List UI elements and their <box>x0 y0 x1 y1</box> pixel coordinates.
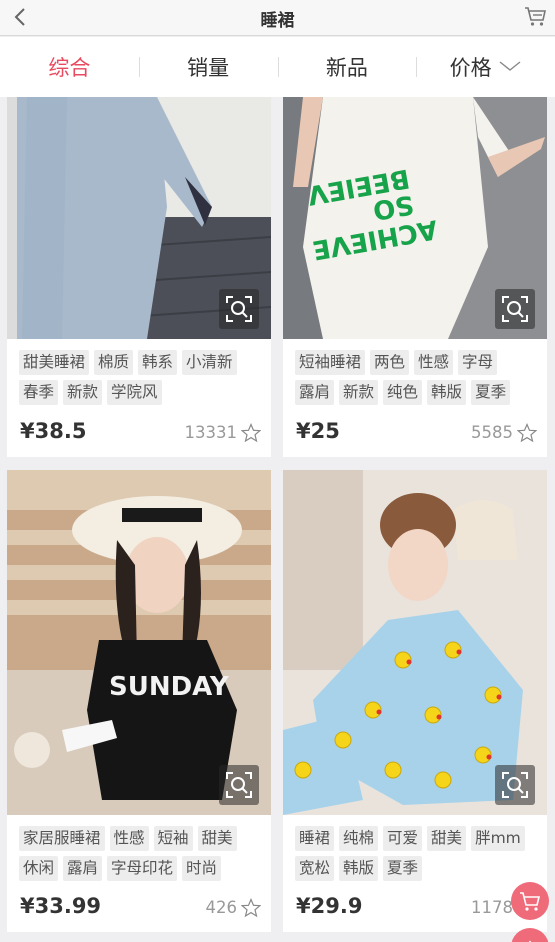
tag: 韩版 <box>427 380 467 405</box>
favorite-star-icon[interactable] <box>241 898 261 918</box>
cart-icon[interactable] <box>523 4 547 28</box>
zoom-button[interactable] <box>219 765 259 805</box>
tag: 时尚 <box>182 856 222 881</box>
sort-tab-price[interactable]: 价格 <box>416 37 555 97</box>
zoom-search-icon <box>502 772 528 798</box>
tag: 字母 <box>458 350 498 375</box>
product-card[interactable]: BEEIEV SO ACHIEVE 短袖睡裙 两色 性感 字母 露肩 新款 纯色… <box>283 97 547 457</box>
tag: 小清新 <box>182 350 237 375</box>
favorite-star-icon[interactable] <box>241 423 261 443</box>
tag-list: 家居服睡裙 性感 短袖 甜美 休闲 露肩 字母印花 时尚 <box>19 826 265 886</box>
zoom-button[interactable] <box>495 765 535 805</box>
tag: 棉质 <box>94 350 134 375</box>
sales-count: 13331 <box>184 423 238 442</box>
tag: 春季 <box>19 380 59 405</box>
product-price: ¥29.9 <box>296 894 363 918</box>
product-photo[interactable] <box>283 470 547 815</box>
sort-tab-label: 销量 <box>187 56 230 80</box>
product-photo[interactable]: SUNDAY <box>7 470 271 815</box>
tag: 露肩 <box>63 856 103 881</box>
sales-count: 5585 <box>471 423 513 442</box>
tag: 性感 <box>109 826 149 851</box>
tag-list: 睡裙 纯棉 可爱 甜美 胖mm 宽松 韩版 夏季 <box>295 826 541 886</box>
back-to-top-button[interactable] <box>511 928 549 942</box>
sort-tab-label: 价格 <box>449 56 492 80</box>
tag-list: 甜美睡裙 棉质 韩系 小清新 春季 新款 学院风 <box>19 350 265 410</box>
product-price: ¥33.99 <box>20 894 102 918</box>
tag: 两色 <box>370 350 410 375</box>
zoom-search-icon <box>226 296 252 322</box>
product-card[interactable]: 睡裙 纯棉 可爱 甜美 胖mm 宽松 韩版 夏季 ¥29.9 1178 <box>283 470 547 932</box>
tag: 夏季 <box>383 856 423 881</box>
page-title: 睡裙 <box>260 11 295 31</box>
sort-tab-comprehensive[interactable]: 综合 <box>0 37 139 97</box>
tag: 睡裙 <box>295 826 335 851</box>
tag: 家居服睡裙 <box>19 826 105 851</box>
product-photo[interactable]: BEEIEV SO ACHIEVE <box>283 97 547 339</box>
product-price: ¥25 <box>296 419 340 443</box>
arrow-up-icon <box>528 940 532 942</box>
shirt-print-text: SUNDAY <box>109 672 230 702</box>
tag: 纯色 <box>383 380 423 405</box>
tag: 可爱 <box>383 826 423 851</box>
chevron-down-icon <box>499 61 521 71</box>
tag: 新款 <box>339 380 379 405</box>
product-card[interactable]: 甜美睡裙 棉质 韩系 小清新 春季 新款 学院风 ¥38.5 13331 <box>7 97 271 457</box>
tag: 甜美 <box>427 826 467 851</box>
sales-count: 426 <box>205 898 238 917</box>
tag: 夏季 <box>471 380 511 405</box>
tag: 胖mm <box>471 826 525 851</box>
tag: 短袖 <box>153 826 193 851</box>
sort-tab-sales[interactable]: 销量 <box>138 37 278 97</box>
sort-bar: 综合 销量 新品 价格 <box>0 37 555 97</box>
sort-tab-label: 综合 <box>48 56 91 80</box>
tag: 露肩 <box>295 380 335 405</box>
floating-cart-button[interactable] <box>511 882 549 920</box>
zoom-button[interactable] <box>219 289 259 329</box>
product-price: ¥38.5 <box>20 419 87 443</box>
tag: 字母印花 <box>107 856 178 881</box>
favorite-star-icon[interactable] <box>517 423 537 443</box>
top-bar: 睡裙 <box>0 0 555 36</box>
sales-count: 1178 <box>471 898 513 917</box>
zoom-search-icon <box>502 296 528 322</box>
tag: 纯棉 <box>339 826 379 851</box>
tag: 甜美 <box>197 826 237 851</box>
cart-icon <box>520 892 541 911</box>
tag-list: 短袖睡裙 两色 性感 字母 露肩 新款 纯色 韩版 夏季 <box>295 350 541 410</box>
tag: 新款 <box>63 380 103 405</box>
tag: 甜美睡裙 <box>19 350 90 375</box>
zoom-search-icon <box>226 772 252 798</box>
sort-tab-label: 新品 <box>325 56 368 80</box>
tag: 短袖睡裙 <box>295 350 366 375</box>
tag: 宽松 <box>295 856 335 881</box>
product-image: SUNDAY <box>7 470 271 815</box>
zoom-button[interactable] <box>495 289 535 329</box>
sort-tab-new[interactable]: 新品 <box>277 37 417 97</box>
product-photo[interactable] <box>7 97 271 339</box>
tag: 性感 <box>414 350 454 375</box>
tag: 韩系 <box>138 350 178 375</box>
product-card[interactable]: SUNDAY 家居服睡裙 性感 短袖 甜美 休闲 露肩 字母印花 时尚 ¥33.… <box>7 470 271 932</box>
tag: 学院风 <box>107 380 162 405</box>
product-image <box>283 470 547 815</box>
tag: 休闲 <box>19 856 59 881</box>
tag: 韩版 <box>339 856 379 881</box>
